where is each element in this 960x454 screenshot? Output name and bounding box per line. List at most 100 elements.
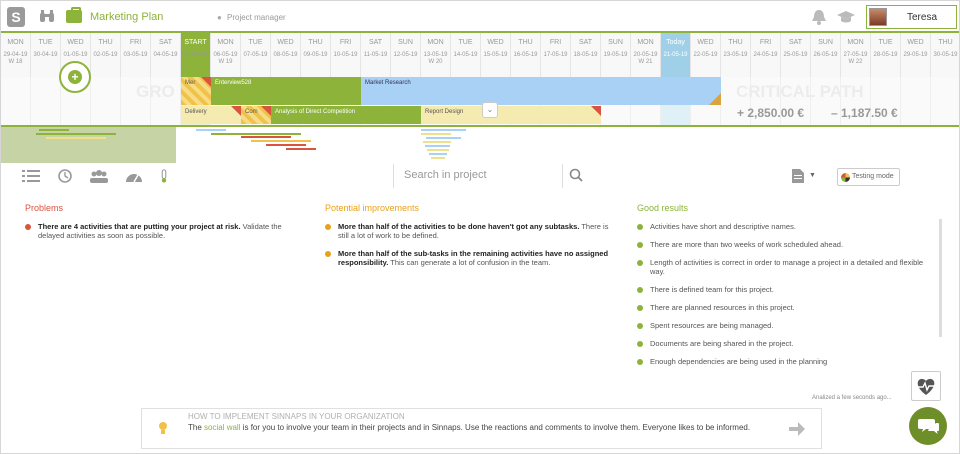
day-date: 26-05-19 <box>813 52 838 58</box>
project-health-button[interactable] <box>911 371 941 401</box>
improvement-item-bold: More than half of the activities to be d… <box>338 222 580 231</box>
mini-bar <box>39 129 69 131</box>
gantt-bar-mer[interactable]: Mer <box>181 77 211 105</box>
day-date: 02-05-19 <box>93 52 118 58</box>
top-bar: S Marketing Plan ● Project manager Teres… <box>1 1 959 33</box>
gantt-column <box>31 77 61 125</box>
day-name: FRI <box>129 39 142 46</box>
day-name: MON <box>847 39 864 46</box>
gantt-bar-delivery[interactable]: Delivery <box>181 106 241 124</box>
calendar-day: MON 27-05-19 W 22 <box>841 33 871 77</box>
expense-total: – 1,187.50 € <box>831 106 898 120</box>
good-dot <box>637 224 643 230</box>
week-number: W 20 <box>428 59 443 65</box>
user-menu[interactable]: Teresa <box>866 5 957 29</box>
mini-bar <box>429 153 447 155</box>
problems-column: Problems There are 4 activities that are… <box>25 203 310 249</box>
tip-title: HOW TO IMPLEMENT SINNAPS IN YOUR ORGANIZ… <box>188 412 405 421</box>
gantt-bar-interview[interactable]: Enterview528 <box>211 77 361 105</box>
day-date: 23-05-19 <box>723 52 748 58</box>
list-view-icon[interactable] <box>22 169 40 183</box>
delay-marker <box>231 106 241 116</box>
calendar-day: TUE 30-04-19 <box>31 33 61 77</box>
sinnaps-logo-icon[interactable]: S <box>7 7 25 27</box>
mini-bar <box>421 133 451 135</box>
day-date: 21-05-19 <box>663 52 688 58</box>
good-dot <box>637 359 643 365</box>
chevron-down-icon[interactable]: ▼ <box>809 172 816 179</box>
day-name: MON <box>427 39 444 46</box>
calendar-day: WED 08-05-19 <box>271 33 301 77</box>
search-icon[interactable] <box>569 168 583 182</box>
timeline-overview[interactable] <box>1 125 959 163</box>
day-date: 03-05-19 <box>123 52 148 58</box>
day-date: 22-05-19 <box>693 52 718 58</box>
good-dot <box>637 305 643 311</box>
day-name: THU <box>728 39 743 46</box>
day-date: 29-05-19 <box>903 52 928 58</box>
next-arrow-icon[interactable] <box>788 421 806 437</box>
delay-marker <box>591 106 601 116</box>
calendar-day: SAT 25-05-19 <box>781 33 811 77</box>
day-date: 04-05-19 <box>153 52 178 58</box>
clock-icon[interactable] <box>57 169 75 183</box>
binoculars-icon[interactable] <box>39 9 55 23</box>
team-icon[interactable] <box>90 169 108 183</box>
day-date: 24-05-19 <box>753 52 778 58</box>
good-dot <box>637 287 643 293</box>
improvement-item: More than half of the sub-tasks in the r… <box>325 249 615 267</box>
day-name: MON <box>7 39 24 46</box>
project-role: Project manager <box>227 13 286 22</box>
good-result-text: There are more than two weeks of work sc… <box>650 240 844 249</box>
day-name: WED <box>67 39 84 46</box>
testing-mode-button[interactable]: Testing mode <box>837 168 900 186</box>
gantt-bar-com[interactable]: Com <box>241 106 271 124</box>
thermometer-icon[interactable] <box>159 169 169 183</box>
day-name: WED <box>907 39 924 46</box>
gantt-bar-label: Delivery <box>185 109 207 115</box>
day-name: TUE <box>878 39 893 46</box>
graduation-cap-icon[interactable] <box>836 10 856 24</box>
problem-item-bold: There are 4 activities that are putting … <box>38 222 241 231</box>
search-input[interactable]: Search in project <box>393 164 563 188</box>
day-name: THU <box>518 39 533 46</box>
week-number: W 22 <box>848 59 863 65</box>
week-number: W 21 <box>638 59 653 65</box>
project-title[interactable]: Marketing Plan <box>90 11 163 23</box>
day-date: 28-05-19 <box>873 52 898 58</box>
gantt-bar-market-research[interactable]: Market Research <box>361 77 721 105</box>
gantt-bar-report-design[interactable]: Report Design <box>421 106 601 124</box>
tip-link[interactable]: social wall <box>204 423 240 432</box>
day-name: TUE <box>248 39 263 46</box>
calendar-day: MON 20-05-19 W 21 <box>631 33 661 77</box>
add-activity-button[interactable]: + <box>59 61 91 93</box>
gantt-bar-label: Enterview528 <box>215 80 252 86</box>
day-name: WED <box>277 39 294 46</box>
good-results-scrollbar[interactable] <box>939 219 942 337</box>
calendar-day: MON 29-04-19 W 18 <box>1 33 31 77</box>
mini-bar <box>251 140 311 142</box>
day-date: 30-05-19 <box>933 52 958 58</box>
gantt-bar-analysis[interactable]: Analysis of Direct Competition <box>271 106 421 124</box>
day-date: 16-05-19 <box>513 52 538 58</box>
gantt-chart: GRO CRITICAL PATH Mer Enterview528 Marke… <box>1 77 959 125</box>
day-name: MON <box>217 39 234 46</box>
week-number: W 19 <box>218 59 233 65</box>
day-date: 11-05-19 <box>363 52 388 58</box>
good-dot <box>637 242 643 248</box>
chat-button[interactable] <box>909 407 947 445</box>
plus-icon: + <box>68 70 82 84</box>
gantt-column <box>901 77 931 125</box>
document-icon[interactable] <box>791 168 805 184</box>
day-date: 18-05-19 <box>573 52 598 58</box>
good-result-item: There is defined team for this project. <box>637 285 933 294</box>
expand-chevron-icon[interactable]: ⌄ <box>482 102 498 118</box>
day-date: 09-05-19 <box>303 52 328 58</box>
calendar-day: TUE 14-05-19 <box>451 33 481 77</box>
gantt-bar-label: Analysis of Direct Competition <box>275 109 356 115</box>
heart-pulse-icon <box>917 378 935 395</box>
bell-icon[interactable] <box>811 9 827 25</box>
day-name: FRI <box>339 39 352 46</box>
dashboard-icon[interactable] <box>125 169 143 183</box>
briefcase-icon[interactable] <box>66 7 82 23</box>
